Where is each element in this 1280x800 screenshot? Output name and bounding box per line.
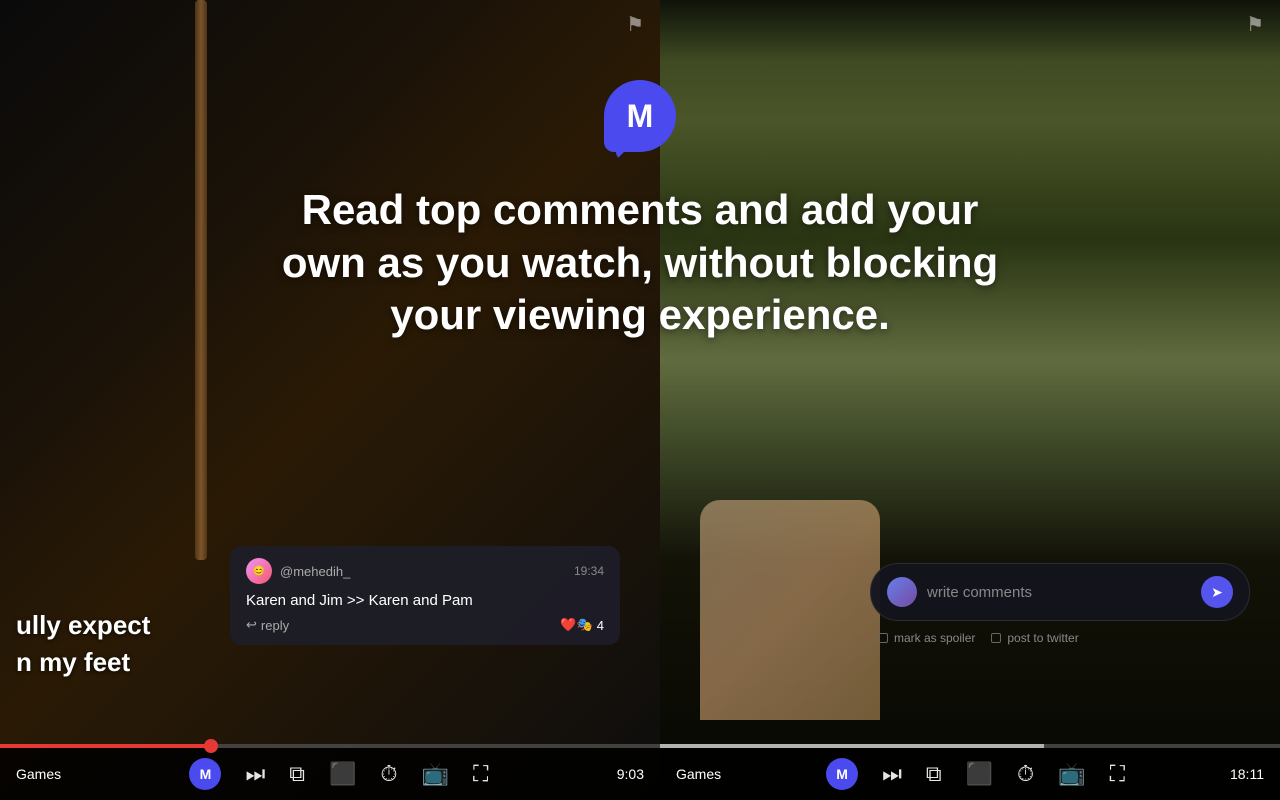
send-arrow-icon: ➤: [1211, 584, 1223, 601]
subtitle-line-2: n my feet: [16, 644, 644, 680]
comment-avatar: 😊: [246, 558, 272, 584]
comment-user: 😊 @mehedih_: [246, 558, 350, 584]
comment-header: 😊 @mehedih_ 19:34: [246, 558, 604, 584]
staff-prop: [195, 0, 207, 560]
right-player-icons: M ⏭ ⧉ ⬛ ⏱ 📺 ⛶: [826, 758, 1125, 790]
right-cast-icon[interactable]: 📺: [1058, 761, 1085, 787]
right-play-next-icon[interactable]: ⏭: [882, 761, 902, 787]
app-container: ⚑ ully expect n my feet 😊 @mehedih_ 19:3…: [0, 0, 1280, 800]
left-speed-icon[interactable]: ⏱: [380, 761, 397, 787]
comment-username: @mehedih_: [280, 564, 350, 579]
comment-timestamp: 19:34: [574, 564, 604, 578]
left-time-display: 9:03: [617, 766, 644, 782]
left-fullscreen-icon[interactable]: ⛶: [473, 761, 488, 787]
right-m-button[interactable]: M: [826, 758, 858, 790]
left-captions-icon[interactable]: ⬛: [329, 761, 356, 787]
spoiler-checkbox[interactable]: [878, 633, 888, 643]
right-player-bottom: Games M ⏭ ⧉ ⬛ ⏱ 📺 ⛶ 18:11: [660, 748, 1280, 800]
left-player-icons: M ⏭ ⧉ ⬛ ⏱ 📺 ⛶: [189, 758, 488, 790]
reaction-count: 4: [597, 618, 604, 633]
left-m-button[interactable]: M: [189, 758, 221, 790]
send-button[interactable]: ➤: [1201, 576, 1233, 608]
right-video-panel: ⚑ write comments ➤ mark as spoiler post …: [660, 0, 1280, 800]
body-prop: [700, 500, 880, 720]
left-playlist-icon[interactable]: ⧉: [289, 761, 305, 787]
right-captions-icon[interactable]: ⬛: [966, 761, 993, 787]
comment-options: mark as spoiler post to twitter: [870, 631, 1250, 645]
right-vignette: [660, 0, 1280, 60]
comment-text: Karen and Jim >> Karen and Pam: [246, 592, 604, 609]
corner-flag-icon-right: ⚑: [1246, 12, 1264, 37]
twitter-option[interactable]: post to twitter: [991, 631, 1078, 645]
reaction-emojis: ❤️🎭: [560, 617, 592, 633]
left-play-next-icon[interactable]: ⏭: [245, 761, 265, 787]
right-speed-icon[interactable]: ⏱: [1017, 761, 1034, 787]
spoiler-label: mark as spoiler: [894, 631, 975, 645]
right-progress-bar[interactable]: [660, 744, 1280, 748]
right-progress-fill: [660, 744, 1044, 748]
comment-actions: ↩ reply ❤️🎭 4: [246, 617, 604, 633]
write-comment-avatar: [887, 577, 917, 607]
right-player-controls: Games M ⏭ ⧉ ⬛ ⏱ 📺 ⛶ 18:11: [660, 744, 1280, 800]
write-comment-placeholder[interactable]: write comments: [927, 584, 1191, 601]
right-fullscreen-icon[interactable]: ⛶: [1110, 761, 1125, 787]
right-time-display: 18:11: [1230, 766, 1264, 782]
reply-icon: ↩: [246, 617, 257, 633]
reply-button[interactable]: ↩ reply: [246, 617, 289, 633]
left-show-name: Games: [16, 766, 61, 782]
right-playlist-icon[interactable]: ⧉: [926, 761, 942, 787]
left-bg: [0, 0, 660, 800]
write-comment-box[interactable]: write comments ➤: [870, 563, 1250, 621]
left-progress-fill: [0, 744, 211, 748]
write-comment-container: write comments ➤ mark as spoiler post to…: [870, 563, 1250, 645]
comment-reactions: ❤️🎭 4: [560, 617, 604, 633]
right-show-name: Games: [676, 766, 721, 782]
reply-label: reply: [261, 618, 289, 633]
spoiler-option[interactable]: mark as spoiler: [878, 631, 975, 645]
left-progress-bar[interactable]: [0, 744, 660, 748]
twitter-label: post to twitter: [1007, 631, 1078, 645]
left-video-panel: ⚑ ully expect n my feet 😊 @mehedih_ 19:3…: [0, 0, 660, 800]
left-cast-icon[interactable]: 📺: [422, 761, 449, 787]
comment-card: 😊 @mehedih_ 19:34 Karen and Jim >> Karen…: [230, 546, 620, 645]
twitter-checkbox[interactable]: [991, 633, 1001, 643]
left-player-bottom: Games M ⏭ ⧉ ⬛ ⏱ 📺 ⛶ 9:03: [0, 748, 660, 800]
left-player-controls: Games M ⏭ ⧉ ⬛ ⏱ 📺 ⛶ 9:03: [0, 744, 660, 800]
corner-flag-icon-left: ⚑: [626, 12, 644, 37]
